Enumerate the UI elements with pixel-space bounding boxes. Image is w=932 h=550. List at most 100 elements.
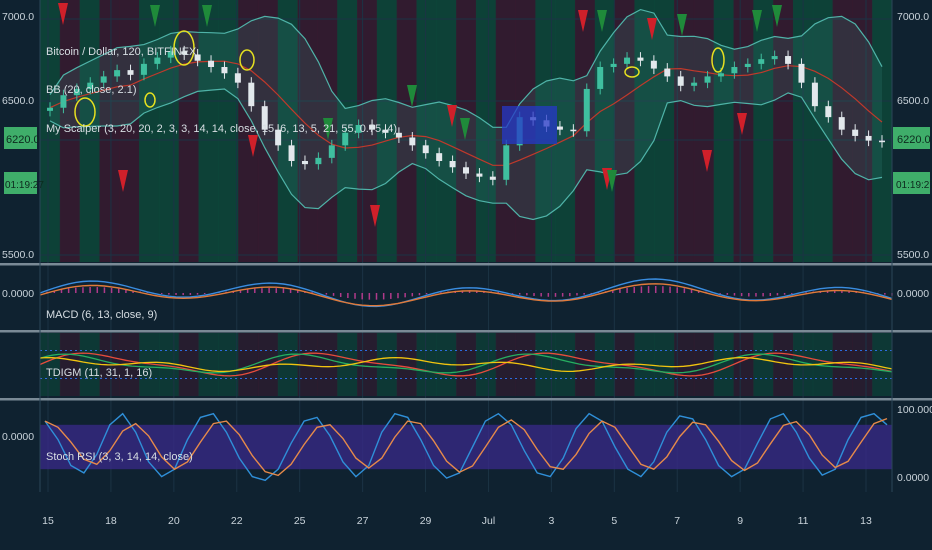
highlight-box <box>502 106 557 144</box>
zone-stripe <box>59 333 81 396</box>
zone-stripe <box>357 333 378 396</box>
zone-stripe <box>218 333 239 396</box>
candle-body <box>811 82 818 107</box>
candle-body <box>422 145 429 154</box>
candle-body <box>664 68 671 77</box>
x-tick-label: Jul <box>482 515 495 527</box>
zone-stripe <box>713 0 734 262</box>
candle-body <box>47 107 53 111</box>
candle-body <box>556 126 563 130</box>
legend-macd: MACD (6, 13, close, 9) <box>46 309 157 321</box>
panel-separator <box>0 398 932 401</box>
x-tick-label: 18 <box>105 515 117 527</box>
zone-stripe <box>40 333 61 396</box>
candle-body <box>248 82 255 107</box>
candle-body <box>744 63 751 67</box>
countdown-badge-right-text: 01:19:27 <box>896 180 932 191</box>
countdown-badge-left-text: 01:19:27 <box>5 180 44 191</box>
x-tick-label: 7 <box>674 515 680 527</box>
chart-area[interactable]: 7000.0 7000.0 6500.0 6500.0 5500.0 5500.0 0.00… <box>0 0 932 550</box>
candle-body <box>140 63 147 75</box>
candle-body <box>234 73 241 83</box>
zone-stripe <box>555 333 576 396</box>
zone-stripe <box>198 333 219 396</box>
candle-body <box>328 145 335 158</box>
zone-stripe <box>495 333 517 396</box>
candle-body <box>449 161 456 168</box>
candle-body <box>208 60 215 67</box>
macd-tick-left: 0.0000 <box>2 288 34 300</box>
candle-body <box>677 76 684 86</box>
candle-body <box>60 95 67 108</box>
candle-body <box>771 56 778 60</box>
x-tick-label: 27 <box>357 515 369 527</box>
candle-body <box>785 56 792 64</box>
candle-body <box>114 70 121 77</box>
candle-body <box>717 73 724 77</box>
x-tick-label: 13 <box>860 515 872 527</box>
candle-body <box>489 176 496 180</box>
zone-stripe <box>396 333 417 396</box>
candle-body <box>409 137 416 146</box>
zone-stripe <box>753 333 774 396</box>
zone-stripe <box>416 333 437 396</box>
zone-stripe <box>535 333 556 396</box>
candle-body <box>476 173 483 177</box>
candle-body <box>838 117 845 130</box>
candle-body <box>731 67 738 74</box>
stoch-tick-left: 0.0000 <box>2 431 34 443</box>
candle-body <box>597 67 604 89</box>
candle-body <box>879 140 885 143</box>
legend-scalper: My Scalper (3, 20, 20, 2, 3, 3, 14, 14, … <box>46 123 397 135</box>
y-tick-label-right: 5500.0 <box>897 249 929 261</box>
y-tick-label-right: 7000.0 <box>897 11 929 23</box>
x-tick-label: 11 <box>798 515 809 527</box>
candle-body <box>127 70 134 75</box>
stoch-tick-right-top: 100.0000 <box>897 404 932 416</box>
candle-body <box>704 76 711 83</box>
y-tick-label-left: 7000.0 <box>2 11 34 23</box>
candle-body <box>691 82 698 86</box>
countdown-badge-right: 01:19:27 <box>893 172 932 194</box>
candle-body <box>583 88 590 132</box>
candle-body <box>865 135 872 141</box>
candle-body <box>463 167 469 174</box>
candle-body <box>637 57 644 61</box>
candle-body <box>503 145 510 180</box>
price-badge-left-text: 6220.0 <box>6 134 40 146</box>
candle-body <box>221 67 228 74</box>
legend-main: Bitcoin / Dollar, 120, BITFINEX <box>46 46 197 58</box>
legend-bb: BB (20, close, 2.1) <box>46 84 137 96</box>
x-tick-label: 20 <box>168 515 180 527</box>
candle-body <box>315 157 322 165</box>
x-tick-label: 9 <box>737 515 743 527</box>
zone-stripe <box>654 333 675 396</box>
y-tick-label-right: 6500.0 <box>897 95 929 107</box>
candle-body <box>301 161 308 165</box>
panel-separator <box>0 330 932 333</box>
candle-body <box>852 129 859 136</box>
zone-stripe <box>733 333 754 396</box>
legend-stoch: Stoch RSI (3, 3, 14, 14, close) <box>46 451 193 463</box>
panel-separator <box>0 263 932 266</box>
candle-body <box>610 63 617 67</box>
x-tick-label: 3 <box>548 515 554 527</box>
zone-stripe <box>317 333 338 396</box>
candle-body <box>436 153 443 161</box>
candle-body <box>154 57 161 64</box>
price-badge-right: 6220.0 <box>893 127 931 149</box>
x-tick-label: 25 <box>294 515 306 527</box>
candle-body <box>624 57 631 64</box>
candle-body <box>650 60 657 69</box>
candle-body <box>758 59 765 64</box>
candle-body <box>100 76 107 83</box>
y-tick-label-left: 5500.0 <box>2 249 34 261</box>
stoch-tick-right-bottom: 0.0000 <box>897 472 929 484</box>
candle-body <box>570 129 577 132</box>
zone-stripe <box>733 0 754 262</box>
x-tick-label: 22 <box>231 515 243 527</box>
x-tick-label: 29 <box>420 515 432 527</box>
candle-body <box>825 106 832 118</box>
price-badge-right-text: 6220.0 <box>897 134 931 146</box>
macd-tick-right: 0.0000 <box>897 288 929 300</box>
